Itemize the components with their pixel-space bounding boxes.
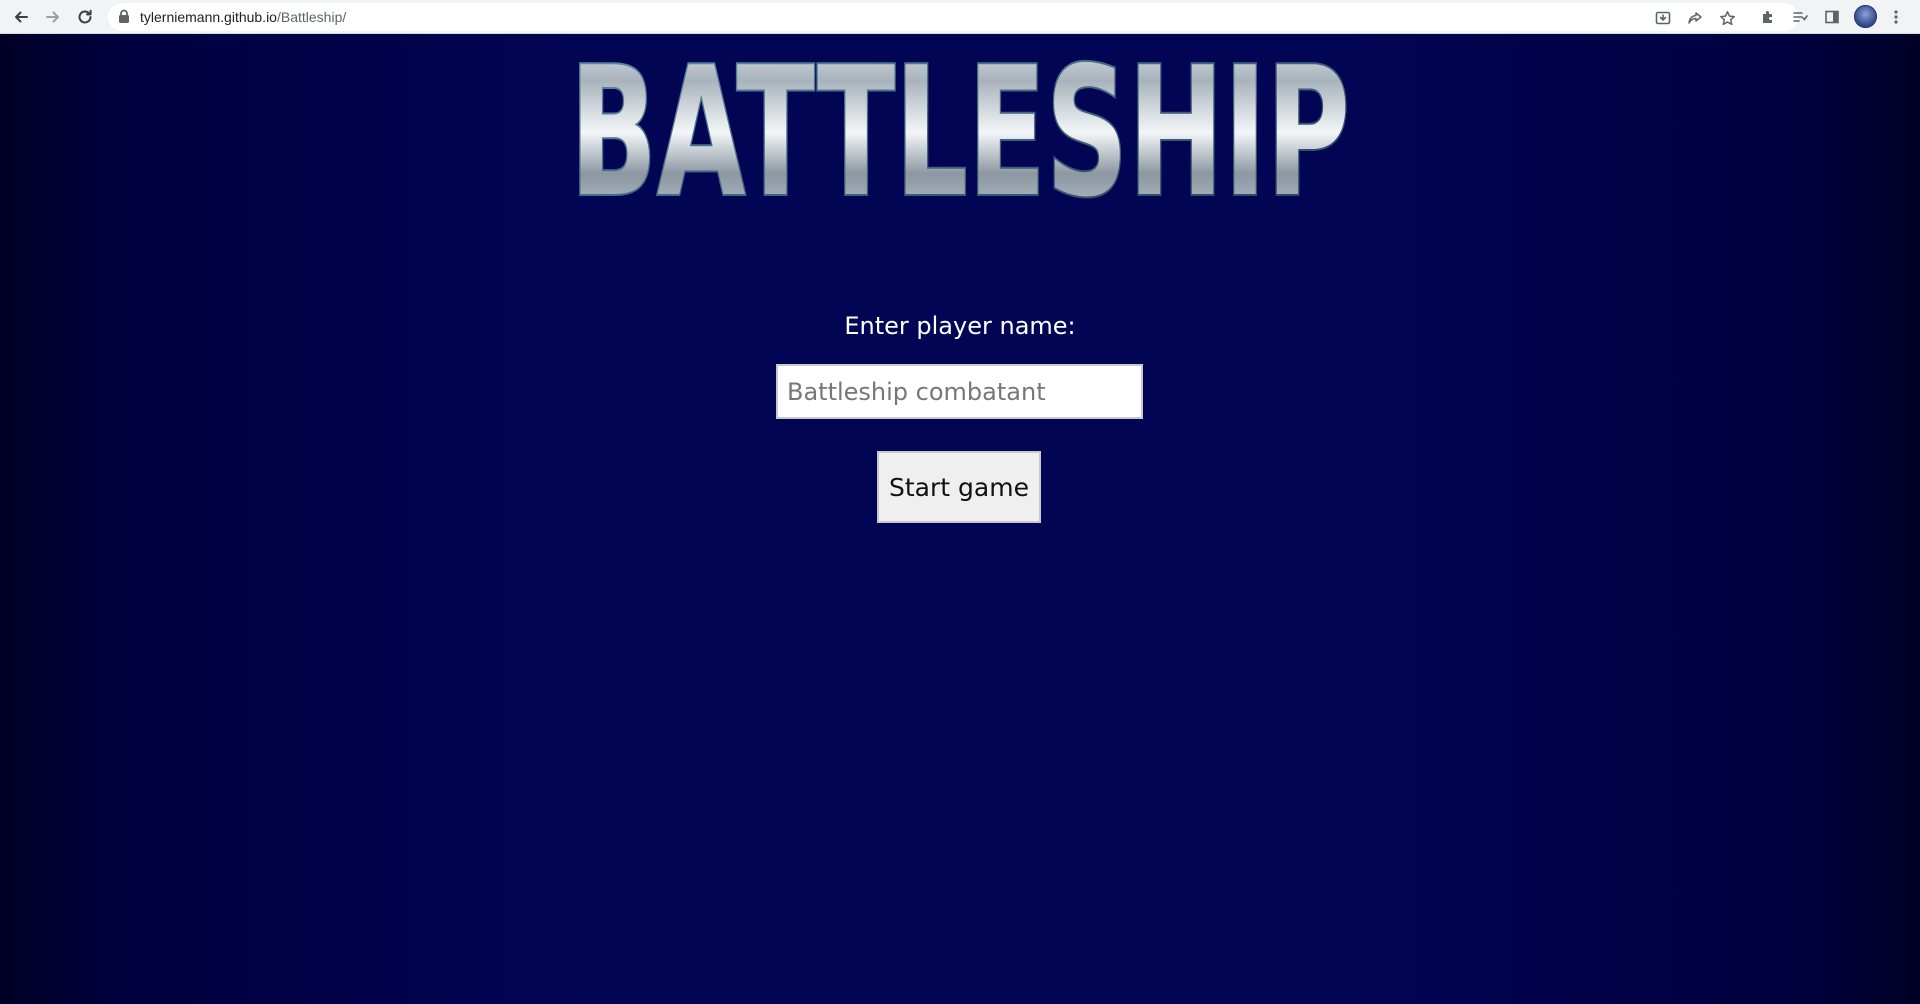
profile-avatar[interactable]: [1854, 5, 1877, 28]
url-host: tylerniemann.github.io: [140, 9, 277, 25]
reading-list-icon[interactable]: [1789, 6, 1811, 28]
logo-text: BATTLESHIP: [570, 48, 1350, 200]
browser-toolbar: tylerniemann.github.io/Battleship/: [0, 0, 1920, 34]
player-name-label: Enter player name:: [844, 312, 1076, 340]
lock-icon[interactable]: [118, 9, 130, 28]
url-text[interactable]: tylerniemann.github.io/Battleship/: [140, 3, 346, 31]
install-app-icon[interactable]: [1652, 7, 1674, 29]
url-path: /Battleship/: [276, 9, 347, 25]
side-panel-icon[interactable]: [1821, 6, 1843, 28]
share-icon[interactable]: [1684, 7, 1706, 29]
puzzle-icon[interactable]: [1757, 6, 1779, 28]
page-content: BATTLESHIP Enter player name: Start game: [0, 34, 1920, 1004]
reload-icon[interactable]: [72, 4, 98, 30]
battleship-logo: BATTLESHIP: [568, 48, 1352, 200]
kebab-menu-icon[interactable]: [1885, 6, 1907, 28]
arrow-right-icon[interactable]: [40, 4, 66, 30]
arrow-left-icon[interactable]: [8, 4, 34, 30]
player-name-input[interactable]: [776, 364, 1143, 419]
star-icon[interactable]: [1716, 7, 1738, 29]
start-game-button[interactable]: Start game: [877, 451, 1041, 523]
address-bar[interactable]: tylerniemann.github.io/Battleship/: [108, 3, 1798, 31]
